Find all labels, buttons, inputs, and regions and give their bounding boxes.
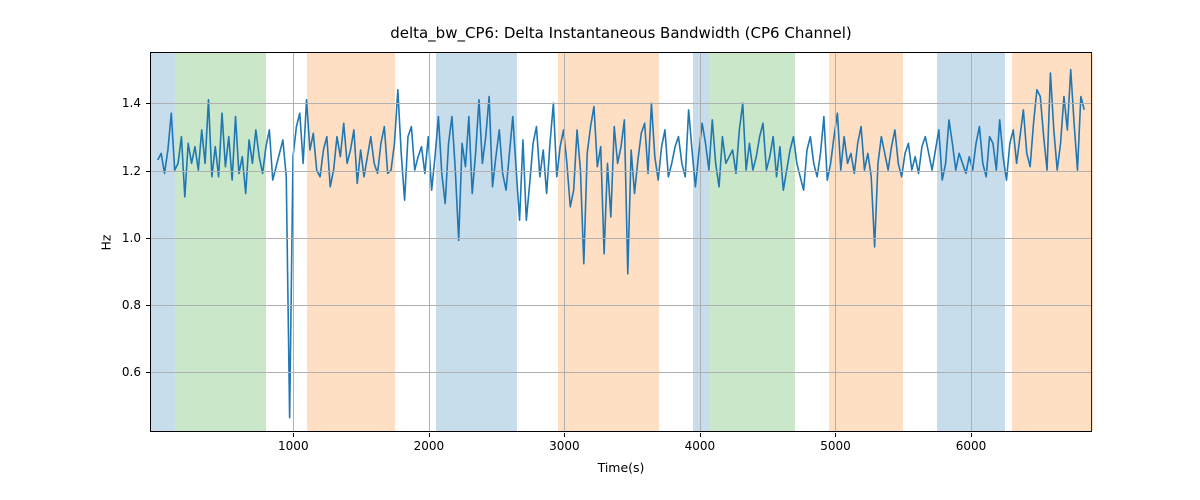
x-tick <box>293 433 294 437</box>
y-tick <box>146 171 150 172</box>
x-tick-label: 5000 <box>820 439 851 453</box>
y-tick-label: 1.0 <box>122 231 141 245</box>
x-tick <box>835 433 836 437</box>
gridline-horizontal <box>151 372 1091 373</box>
gridline-vertical <box>293 53 294 431</box>
y-tick <box>146 305 150 306</box>
gridline-horizontal <box>151 238 1091 239</box>
x-axis-label: Time(s) <box>150 460 1092 475</box>
gridline-vertical <box>971 53 972 431</box>
gridline-horizontal <box>151 103 1091 104</box>
plot-area: 1000200030004000500060000.60.81.01.21.4 <box>150 52 1092 432</box>
gridline-horizontal <box>151 171 1091 172</box>
x-tick <box>429 433 430 437</box>
gridline-vertical <box>429 53 430 431</box>
x-tick <box>700 433 701 437</box>
y-tick-label: 0.8 <box>122 298 141 312</box>
figure: delta_bw_CP6: Delta Instantaneous Bandwi… <box>0 0 1200 500</box>
line-chart-svg <box>151 53 1091 431</box>
y-tick-label: 1.4 <box>122 96 141 110</box>
x-tick-label: 1000 <box>278 439 309 453</box>
gridline-vertical <box>835 53 836 431</box>
gridline-vertical <box>700 53 701 431</box>
x-tick-label: 6000 <box>956 439 987 453</box>
x-tick <box>971 433 972 437</box>
y-tick <box>146 238 150 239</box>
x-tick-label: 4000 <box>685 439 716 453</box>
chart-title: delta_bw_CP6: Delta Instantaneous Bandwi… <box>150 24 1092 42</box>
y-tick-label: 0.6 <box>122 365 141 379</box>
gridline-horizontal <box>151 305 1091 306</box>
x-tick <box>564 433 565 437</box>
x-tick-label: 2000 <box>414 439 445 453</box>
y-axis-label: Hz <box>98 52 114 432</box>
series-line <box>158 70 1084 418</box>
y-tick-label: 1.2 <box>122 164 141 178</box>
y-tick <box>146 103 150 104</box>
y-tick <box>146 372 150 373</box>
x-tick-label: 3000 <box>549 439 580 453</box>
gridline-vertical <box>564 53 565 431</box>
